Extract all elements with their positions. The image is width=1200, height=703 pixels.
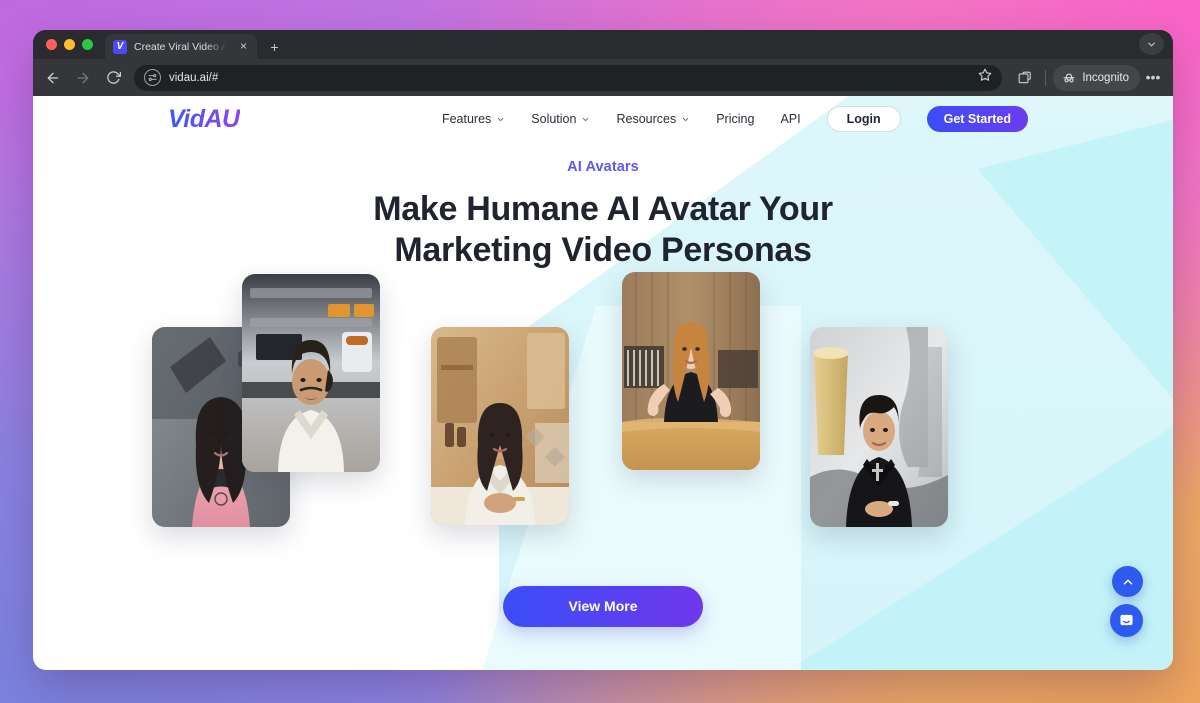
tab-close-icon[interactable]: × [236,39,251,54]
nav-item-solution[interactable]: Solution [531,112,590,126]
profile-label: Incognito [1082,71,1129,84]
nav-item-label: Resources [616,112,677,126]
site-header: VidAU Features Solution Resources Pricin… [33,96,1173,142]
site-settings-tune-icon[interactable] [144,69,161,86]
nav-item-label: Pricing [716,112,755,126]
browser-toolbar: vidau.ai/# Incognito • • • [33,59,1173,96]
chat-launcher-button[interactable] [1110,604,1143,637]
browser-window: V Create Viral Video Ads with Vi × + [33,30,1173,670]
chevron-up-icon [1123,578,1132,585]
incognito-hat-icon [1063,73,1075,82]
forward-arrow-icon[interactable] [69,64,97,92]
back-arrow-icon[interactable] [39,64,67,92]
tab-favicon: V [113,39,127,54]
nav-item-label: Solution [531,112,577,126]
kebab-menu-icon[interactable]: • • • [1142,65,1164,91]
nav-item-label: Features [441,112,492,126]
avatar-card-5[interactable] [810,326,948,527]
chevron-down-icon [681,115,690,124]
window-traffic-lights [44,30,105,59]
tab-title: Create Viral Video Ads with Vi [134,40,229,53]
address-bar[interactable]: vidau.ai/# [134,64,1003,91]
avatar-image-3 [431,326,569,525]
reload-icon[interactable] [99,64,127,92]
avatar-card-4[interactable] [622,271,760,470]
chat-bubble-icon [1120,614,1133,626]
cta-section: View More [33,585,1173,627]
browser-tab[interactable]: V Create Viral Video Ads with Vi × [105,34,257,59]
avatar-card-2[interactable] [242,273,380,472]
profile-incognito-button[interactable]: Incognito [1053,64,1140,91]
hero-section: AI Avatars Make Humane AI Avatar Your Ma… [33,142,1173,272]
page-viewport: VidAU Features Solution Resources Pricin… [33,96,1173,670]
new-tab-button[interactable]: + [267,40,282,55]
desktop-background: V Create Viral Video Ads with Vi × + [0,0,1200,703]
nav-item-resources[interactable]: Resources [616,112,690,126]
chevron-down-icon [581,115,590,124]
browser-tab-strip: V Create Viral Video Ads with Vi × + [33,30,1173,59]
maximize-window-button[interactable] [82,39,93,50]
bookmark-star-icon[interactable] [978,68,992,87]
close-window-button[interactable] [46,39,57,50]
chevron-down-icon [496,115,505,124]
avatar-image-2 [242,273,380,472]
nav-item-features[interactable]: Features [442,112,505,126]
toolbar-divider [1045,69,1047,86]
view-more-button[interactable]: View More [503,585,703,627]
extensions-icon[interactable] [1011,64,1038,91]
address-bar-url: vidau.ai/# [169,71,219,84]
login-button[interactable]: Login [826,106,901,132]
hero-eyebrow: AI Avatars [567,159,639,175]
headline-line-1: Make Humane AI Avatar Your [373,190,833,228]
site-logo[interactable]: VidAU [168,105,240,134]
page-title: Make Humane AI Avatar Your Marketing Vid… [33,189,1173,272]
avatar-image-5 [810,326,948,527]
avatar-gallery [33,271,1173,572]
main-navigation: Features Solution Resources Pricing API … [442,106,1028,132]
nav-item-api[interactable]: API [780,112,800,126]
tab-search-chevron-down-icon[interactable] [1139,33,1164,55]
scroll-to-top-button[interactable] [1112,566,1143,597]
get-started-button[interactable]: Get Started [926,106,1028,132]
nav-item-pricing[interactable]: Pricing [716,112,754,126]
nav-item-label: API [780,112,801,126]
minimize-window-button[interactable] [64,39,75,50]
avatar-image-4 [622,271,760,470]
headline-line-2: Marketing Video Personas [394,231,812,270]
avatar-card-3[interactable] [431,326,569,525]
